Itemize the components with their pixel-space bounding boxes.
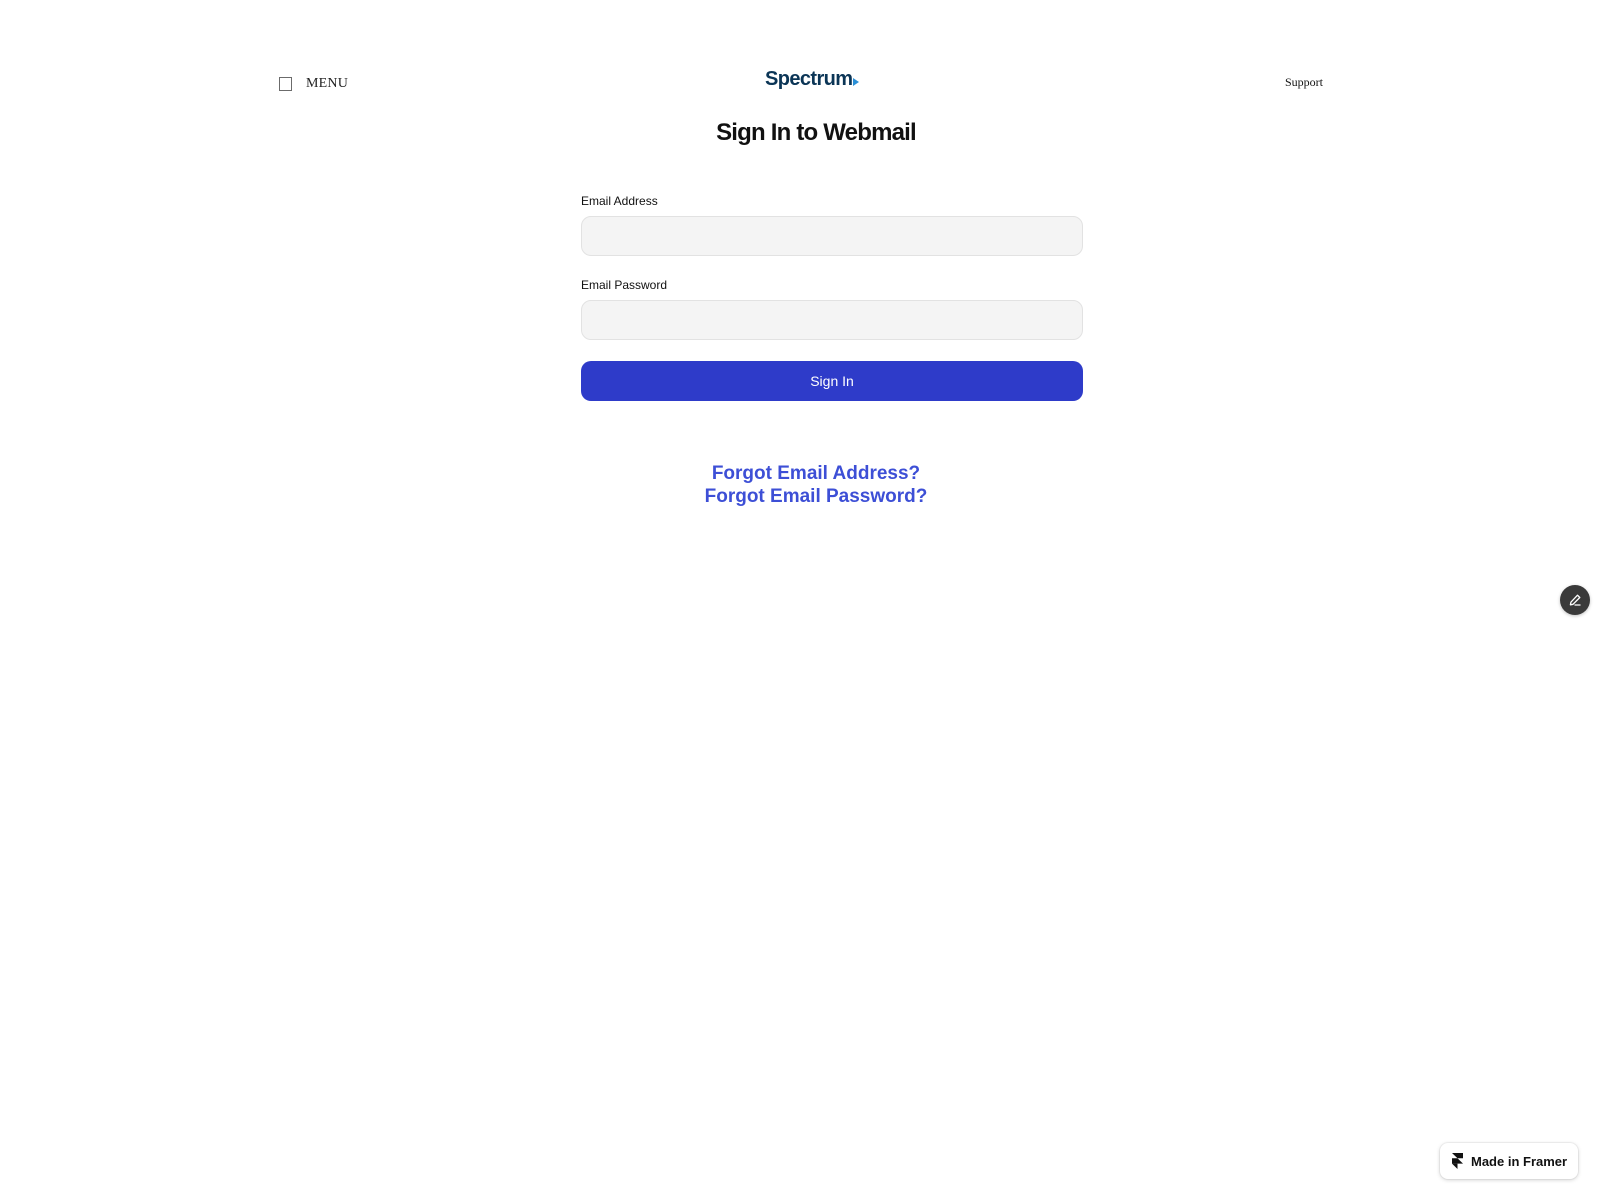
email-input[interactable] [581, 216, 1083, 256]
signin-form: Email Address Email Password Sign In [581, 194, 1083, 401]
spectrum-logo[interactable]: Spectrum [765, 68, 860, 91]
pencil-icon [1569, 594, 1581, 606]
framer-badge-label: Made in Framer [1471, 1153, 1568, 1169]
logo-text: Spectrum [765, 68, 853, 90]
password-label: Email Password [581, 278, 668, 292]
password-input[interactable] [581, 300, 1083, 340]
made-in-framer-badge[interactable]: Made in Framer [1440, 1143, 1578, 1179]
edit-button[interactable] [1560, 585, 1590, 615]
menu-label[interactable]: MENU [306, 76, 348, 92]
email-label: Email Address [581, 194, 658, 208]
framer-logo-icon [1452, 1153, 1463, 1169]
page-title: Sign In to Webmail [716, 119, 917, 146]
support-link[interactable]: Support [1285, 75, 1323, 90]
logo-arrow-icon [853, 78, 860, 86]
forgot-email-link[interactable]: Forgot Email Address? [0, 462, 1600, 485]
menu-checkbox-icon[interactable] [279, 77, 292, 91]
signin-button[interactable]: Sign In [581, 361, 1083, 401]
forgot-password-link[interactable]: Forgot Email Password? [0, 485, 1600, 508]
forgot-links: Forgot Email Address? Forgot Email Passw… [0, 462, 1600, 508]
menu-toggle[interactable]: MENU [279, 76, 348, 92]
